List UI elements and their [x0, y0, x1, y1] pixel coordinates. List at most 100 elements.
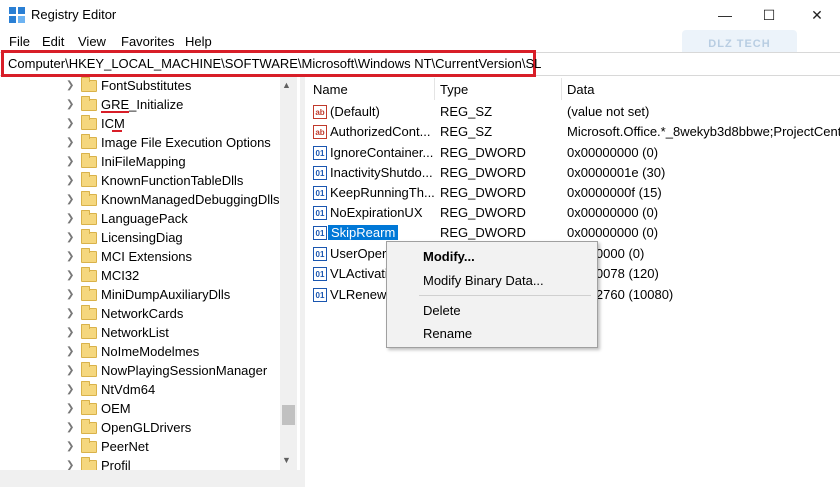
- value-name: UserOpera: [330, 246, 394, 261]
- folder-icon: [81, 172, 97, 187]
- chevron-right-icon[interactable]: ❯: [66, 137, 74, 148]
- folder-icon: [81, 419, 97, 434]
- maximize-button[interactable]: ☐: [746, 0, 792, 30]
- column-header-data[interactable]: Data: [567, 82, 594, 97]
- tree-item[interactable]: ❯ NetworkList: [0, 324, 280, 343]
- tree-item[interactable]: ❯ LanguagePack: [0, 210, 280, 229]
- column-divider[interactable]: [434, 78, 435, 100]
- menu-view[interactable]: View: [78, 34, 106, 49]
- chevron-right-icon[interactable]: ❯: [66, 365, 74, 376]
- tree-item[interactable]: ❯ MCI Extensions: [0, 248, 280, 267]
- value-name: (Default): [330, 104, 380, 119]
- value-type: REG_DWORD: [440, 205, 526, 220]
- chevron-right-icon[interactable]: ❯: [66, 384, 74, 395]
- binary-value-icon: 01: [313, 206, 327, 220]
- tree-item-label: GRE_Initialize: [101, 97, 184, 112]
- tree-item[interactable]: ❯ FontSubstitutes: [0, 77, 280, 96]
- value-row-selected[interactable]: 01 SkipRearm REG_DWORD 0x00000000 (0): [310, 223, 840, 243]
- menu-item-delete[interactable]: Delete: [423, 303, 461, 318]
- chevron-right-icon[interactable]: ❯: [66, 327, 74, 338]
- chevron-right-icon[interactable]: ❯: [66, 251, 74, 262]
- tree-item[interactable]: ❯ GRE_Initialize: [0, 96, 280, 115]
- tree-item[interactable]: ❯ KnownManagedDebuggingDlls: [0, 191, 280, 210]
- tree-item[interactable]: ❯ ICM: [0, 115, 280, 134]
- close-button[interactable]: ✕: [794, 0, 840, 30]
- tree-item[interactable]: ❯ NetworkCards: [0, 305, 280, 324]
- minimize-button[interactable]: —: [702, 0, 748, 30]
- folder-icon: [81, 134, 97, 149]
- scroll-up-arrow-icon[interactable]: ▲: [282, 80, 291, 90]
- chevron-right-icon[interactable]: ❯: [66, 270, 74, 281]
- value-type: REG_SZ: [440, 124, 493, 139]
- folder-icon: [81, 229, 97, 244]
- tree-item-label: NowPlayingSessionManager: [101, 363, 268, 378]
- folder-icon: [81, 362, 97, 377]
- value-data: Microsoft.Office.*_8wekyb3d8bbwe;Project…: [567, 124, 840, 139]
- chevron-right-icon[interactable]: ❯: [66, 232, 74, 243]
- folder-icon: [81, 248, 97, 263]
- binary-value-icon: 01: [313, 186, 327, 200]
- tree-item[interactable]: ❯ Image File Execution Options: [0, 134, 280, 153]
- folder-icon: [81, 438, 97, 453]
- menu-edit[interactable]: Edit: [42, 34, 64, 49]
- menu-item-modify-binary[interactable]: Modify Binary Data...: [423, 273, 544, 288]
- scrollbar-thumb[interactable]: [282, 405, 295, 425]
- chevron-right-icon[interactable]: ❯: [66, 441, 74, 452]
- value-name: KeepRunningTh...: [330, 185, 435, 200]
- column-header-type[interactable]: Type: [440, 82, 468, 97]
- menu-help[interactable]: Help: [185, 34, 212, 49]
- address-path[interactable]: Computer\HKEY_LOCAL_MACHINE\SOFTWARE\Mic…: [8, 56, 541, 71]
- chevron-right-icon[interactable]: ❯: [66, 118, 74, 129]
- tree-item[interactable]: ❯ OpenGLDrivers: [0, 419, 280, 438]
- folder-icon: [81, 381, 97, 396]
- tree-horizontal-scrollbar[interactable]: [0, 470, 300, 487]
- value-type: REG_DWORD: [440, 165, 526, 180]
- chevron-right-icon[interactable]: ❯: [66, 99, 74, 110]
- folder-icon: [81, 267, 97, 282]
- tree-item[interactable]: ❯ MiniDumpAuxiliaryDlls: [0, 286, 280, 305]
- value-type: REG_DWORD: [440, 185, 526, 200]
- value-data: 0x0000001e (30): [567, 165, 666, 180]
- chevron-right-icon[interactable]: ❯: [66, 422, 74, 433]
- value-row[interactable]: 01 NoExpirationUX REG_DWORD 0x00000000 (0): [310, 203, 840, 223]
- chevron-right-icon[interactable]: ❯: [66, 156, 74, 167]
- chevron-right-icon[interactable]: ❯: [66, 346, 74, 357]
- binary-value-icon: 01: [313, 267, 327, 281]
- value-data: 0x00000000 (0): [567, 205, 659, 220]
- menu-file[interactable]: File: [9, 34, 30, 49]
- value-row[interactable]: ab (Default) REG_SZ (value not set): [310, 102, 840, 122]
- binary-value-icon: 01: [313, 226, 327, 240]
- tree-item-label: OpenGLDrivers: [101, 420, 192, 435]
- chevron-right-icon[interactable]: ❯: [66, 194, 74, 205]
- scroll-down-arrow-icon[interactable]: ▼: [282, 455, 291, 465]
- value-row[interactable]: ab AuthorizedCont... REG_SZ Microsoft.Offic…: [310, 122, 840, 142]
- value-type: REG_SZ: [440, 104, 493, 119]
- tree-item[interactable]: ❯ MCI32: [0, 267, 280, 286]
- folder-icon: [81, 77, 97, 92]
- value-name: NoExpirationUX: [330, 205, 423, 220]
- column-header-name[interactable]: Name: [313, 82, 348, 97]
- tree-item[interactable]: ❯ KnownFunctionTableDlls: [0, 172, 280, 191]
- tree-item-label: FontSubstitutes: [101, 78, 192, 93]
- tree-item[interactable]: ❯ OEM: [0, 400, 280, 419]
- tree-item[interactable]: ❯ NtVdm64: [0, 381, 280, 400]
- value-row[interactable]: 01 InactivityShutdo... REG_DWORD 0x0000001e…: [310, 163, 840, 183]
- chevron-right-icon[interactable]: ❯: [66, 403, 74, 414]
- chevron-right-icon[interactable]: ❯: [66, 80, 74, 91]
- menu-favorites[interactable]: Favorites: [121, 34, 174, 49]
- tree-item[interactable]: ❯ NoImeModelmes: [0, 343, 280, 362]
- column-divider[interactable]: [561, 78, 562, 100]
- chevron-right-icon[interactable]: ❯: [66, 289, 74, 300]
- chevron-right-icon[interactable]: ❯: [66, 175, 74, 186]
- tree-item[interactable]: ❯ LicensingDiag: [0, 229, 280, 248]
- chevron-right-icon[interactable]: ❯: [66, 308, 74, 319]
- tree-item[interactable]: ❯ IniFileMapping: [0, 153, 280, 172]
- chevron-right-icon[interactable]: ❯: [66, 213, 74, 224]
- menu-item-rename[interactable]: Rename: [423, 326, 472, 341]
- menu-item-modify[interactable]: Modify...: [423, 249, 475, 264]
- value-row[interactable]: 01 IgnoreContainer... REG_DWORD 0x00000000 …: [310, 143, 840, 163]
- tree-item-label: KnownManagedDebuggingDlls: [101, 192, 280, 207]
- tree-item[interactable]: ❯ NowPlayingSessionManager: [0, 362, 280, 381]
- tree-item[interactable]: ❯ PeerNet: [0, 438, 280, 457]
- value-row[interactable]: 01 KeepRunningTh... REG_DWORD 0x0000000f (1…: [310, 183, 840, 203]
